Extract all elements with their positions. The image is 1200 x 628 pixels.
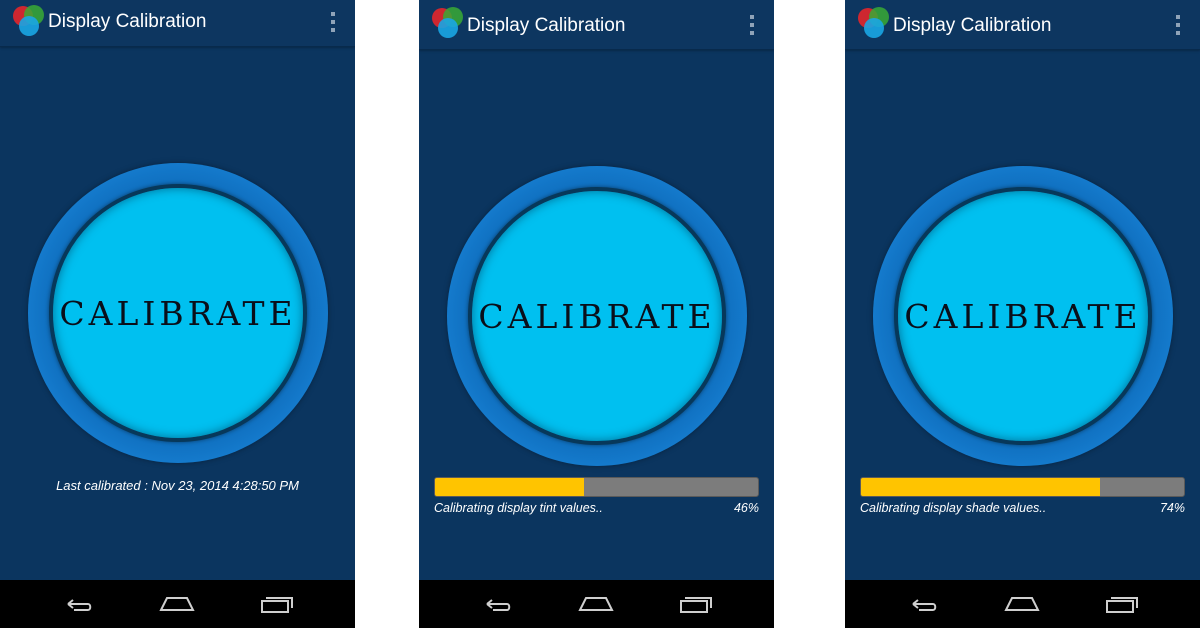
calibrate-label: CALIBRATE [904, 296, 1142, 336]
app-title: Display Calibration [48, 11, 207, 32]
recent-apps-icon [680, 597, 712, 613]
action-bar: Display Calibration [419, 0, 774, 50]
progress-fill [861, 478, 1101, 496]
home-button[interactable] [1002, 589, 1042, 619]
overflow-menu-icon[interactable] [746, 13, 758, 37]
calibrate-label: CALIBRATE [478, 296, 716, 336]
home-button[interactable] [576, 589, 616, 619]
recent-apps-button[interactable] [257, 589, 297, 619]
back-icon [67, 599, 92, 611]
action-bar: Display Calibration [845, 0, 1200, 50]
recent-apps-button[interactable] [1102, 589, 1142, 619]
home-icon [159, 597, 195, 611]
phone-screen-2: Display Calibration CALIBRATE Calibratin… [419, 0, 774, 628]
recent-apps-icon [261, 597, 293, 613]
app-title: Display Calibration [467, 15, 626, 36]
progress-percent: 74% [1159, 501, 1185, 515]
progress-bar [434, 477, 759, 497]
navigation-bar [419, 580, 774, 628]
action-bar: Display Calibration [0, 0, 355, 47]
phone-screen-1: Display Calibration CALIBRATE Last calib… [0, 0, 355, 628]
home-icon [578, 597, 614, 611]
app-title: Display Calibration [893, 15, 1052, 36]
home-button[interactable] [157, 589, 197, 619]
overflow-menu-icon[interactable] [1172, 13, 1184, 37]
recent-apps-button[interactable] [676, 589, 716, 619]
calibrate-button-face: CALIBRATE [468, 187, 726, 445]
calibrate-button[interactable]: CALIBRATE [28, 163, 328, 463]
last-calibrated-text: Last calibrated : Nov 23, 2014 4:28:50 P… [56, 478, 299, 493]
back-button[interactable] [58, 589, 98, 619]
calibrate-button[interactable]: CALIBRATE [447, 166, 747, 466]
phone-screen-3: Display Calibration CALIBRATE Calibratin… [845, 0, 1200, 628]
app-logo-icon [858, 7, 889, 38]
back-button[interactable] [903, 589, 943, 619]
navigation-bar [845, 580, 1200, 628]
calibrate-button-face: CALIBRATE [49, 184, 307, 442]
back-icon [912, 599, 937, 611]
progress-status-text: Calibrating display tint values.. [434, 501, 603, 515]
navigation-bar [0, 580, 355, 628]
progress-percent: 46% [733, 501, 759, 515]
calibrate-label: CALIBRATE [59, 293, 297, 333]
progress-status-text: Calibrating display shade values.. [860, 501, 1047, 515]
back-button[interactable] [477, 589, 517, 619]
overflow-menu-icon[interactable] [327, 10, 339, 34]
calibrate-button[interactable]: CALIBRATE [873, 166, 1173, 466]
recent-apps-icon [1106, 597, 1138, 613]
calibrate-button-face: CALIBRATE [894, 187, 1152, 445]
back-icon [486, 599, 511, 611]
progress-fill [435, 478, 584, 496]
app-logo-icon [432, 7, 463, 38]
app-logo-icon [13, 5, 44, 36]
home-icon [1004, 597, 1040, 611]
progress-bar [860, 477, 1185, 497]
